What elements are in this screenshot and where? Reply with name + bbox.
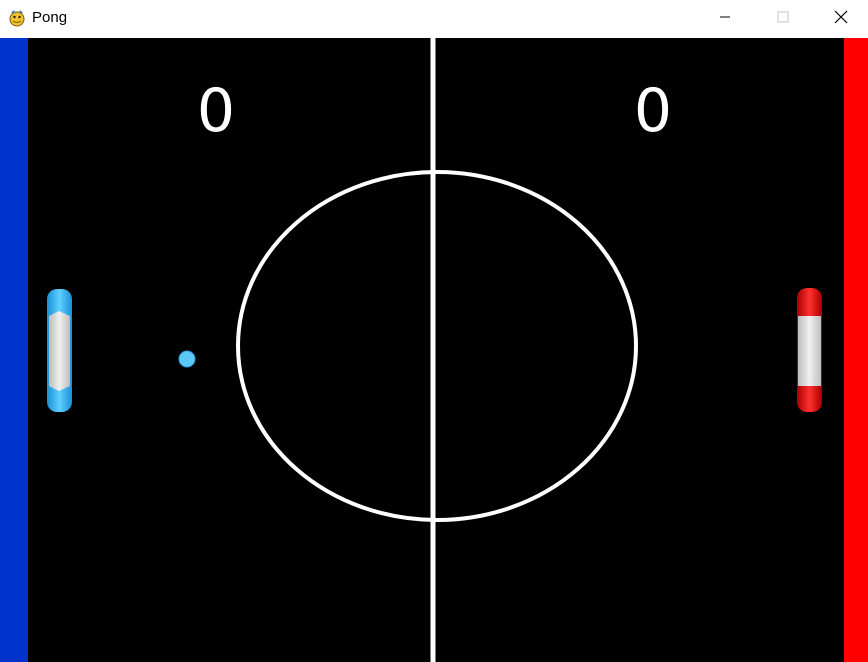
pong-window: Pong 0 0 xyxy=(0,0,868,662)
minimize-icon xyxy=(719,10,731,28)
maximize-icon xyxy=(777,10,789,28)
title-bar[interactable]: Pong xyxy=(0,0,868,38)
ball xyxy=(178,350,196,368)
playfield xyxy=(47,38,822,662)
close-icon xyxy=(834,10,848,29)
maximize-button[interactable] xyxy=(754,0,812,38)
left-paddle xyxy=(47,289,72,412)
minimize-button[interactable] xyxy=(696,0,754,38)
game-canvas[interactable]: 0 0 xyxy=(0,38,868,662)
close-button[interactable] xyxy=(812,0,868,38)
window-title: Pong xyxy=(32,9,68,26)
right-paddle xyxy=(797,288,822,412)
left-score: 0 xyxy=(196,76,236,146)
center-circle xyxy=(236,170,638,522)
python-snake-icon xyxy=(8,9,26,27)
right-score: 0 xyxy=(633,76,673,146)
